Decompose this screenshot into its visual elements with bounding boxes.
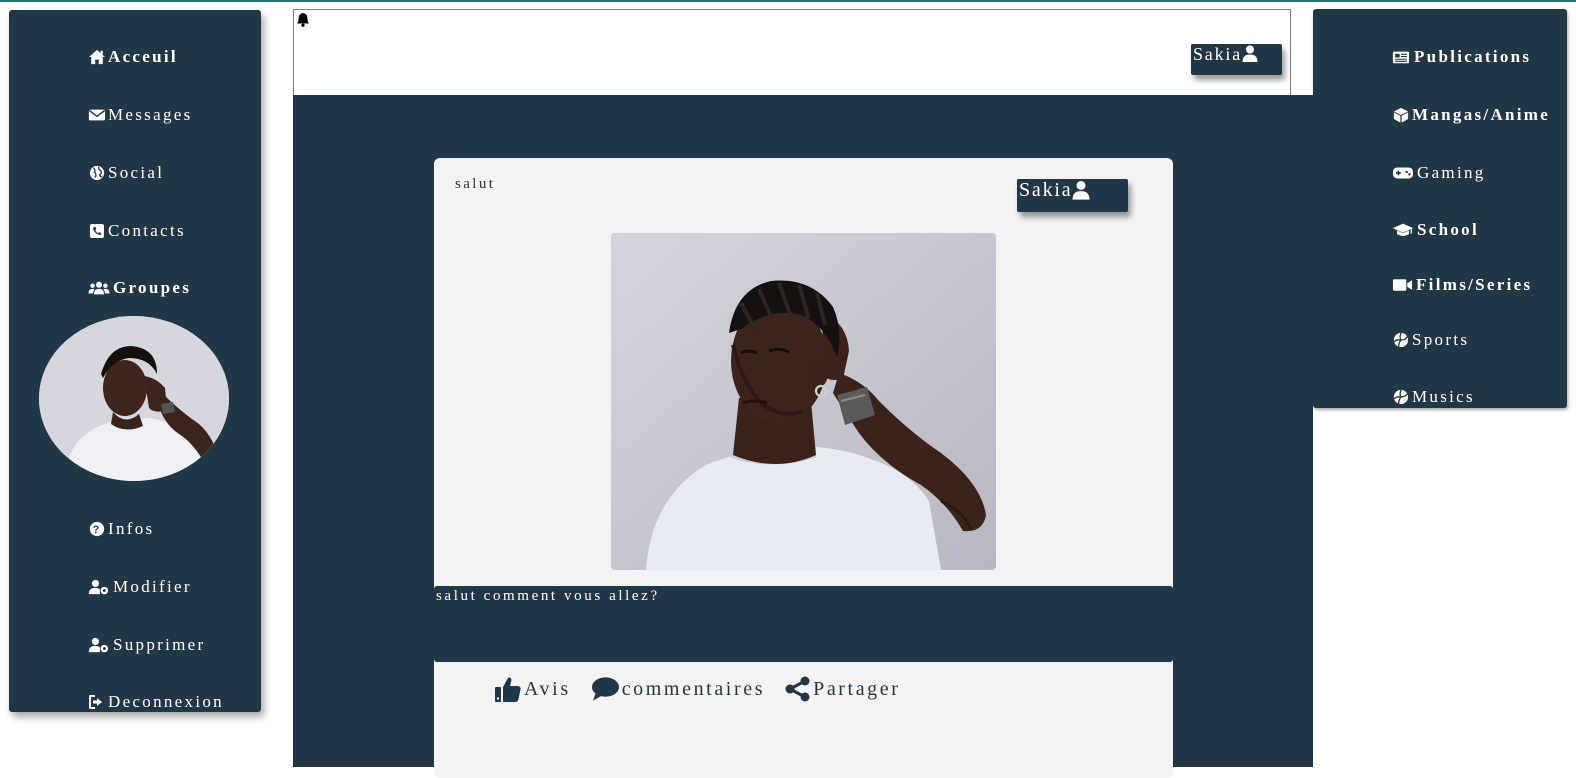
nav-item-gaming[interactable]: Gaming bbox=[1392, 163, 1486, 183]
user-name: Sakia bbox=[1193, 44, 1242, 64]
avis-button[interactable]: Avis bbox=[494, 675, 571, 703]
post-actions: Avis commentaires Partager bbox=[494, 675, 921, 703]
user-cog-icon bbox=[88, 637, 112, 654]
phone-icon bbox=[88, 223, 107, 240]
post-title: salut bbox=[455, 176, 496, 192]
cube-icon bbox=[1392, 107, 1411, 124]
nav-label: Modifier bbox=[113, 577, 192, 596]
nav-label: Social bbox=[108, 163, 165, 182]
nav-item-films-series[interactable]: Films/Series bbox=[1392, 275, 1532, 295]
nav-item-publications[interactable]: Publications bbox=[1392, 47, 1531, 67]
nav-item-modifier[interactable]: Modifier bbox=[88, 577, 192, 597]
volleyball-icon bbox=[1392, 389, 1411, 406]
top-header: Sakia bbox=[293, 9, 1291, 95]
nav-item-acceuil[interactable]: Acceuil bbox=[88, 47, 178, 67]
comment-icon bbox=[591, 677, 619, 701]
right-sidebar: Publications Mangas/Anime Gaming School … bbox=[1313, 9, 1567, 408]
nav-item-sports[interactable]: Sports bbox=[1392, 330, 1469, 350]
nav-label: Contacts bbox=[108, 221, 186, 240]
nav-item-musics[interactable]: Musics bbox=[1392, 387, 1475, 407]
commentaires-button[interactable]: commentaires bbox=[591, 676, 765, 702]
sign-out-icon bbox=[88, 694, 107, 711]
top-accent-line bbox=[0, 0, 1576, 2]
action-label: commentaires bbox=[621, 677, 766, 700]
left-sidebar: Acceuil Messages Social Contacts Groupes bbox=[9, 10, 261, 712]
action-label: Partager bbox=[813, 677, 901, 700]
nav-label: Infos bbox=[108, 519, 155, 538]
nav-item-groupes[interactable]: Groupes bbox=[88, 278, 191, 298]
post-text-box[interactable]: salut comment vous allez? bbox=[434, 586, 1173, 662]
gamepad-icon bbox=[1392, 165, 1416, 182]
home-icon bbox=[88, 49, 107, 66]
post-photo bbox=[611, 233, 996, 570]
thumbs-up-icon bbox=[495, 677, 521, 702]
nav-label: Gaming bbox=[1417, 163, 1486, 182]
nav-item-social[interactable]: Social bbox=[88, 163, 164, 183]
nav-item-contacts[interactable]: Contacts bbox=[88, 221, 186, 241]
share-icon bbox=[785, 676, 810, 702]
nav-item-messages[interactable]: Messages bbox=[88, 105, 193, 125]
nav-label: Films/Series bbox=[1416, 275, 1533, 294]
partager-button[interactable]: Partager bbox=[785, 676, 900, 702]
post-card: salut Sakia salut comment vous allez? Av… bbox=[434, 158, 1173, 778]
user-cog-icon bbox=[88, 579, 112, 596]
nav-label: Acceuil bbox=[108, 47, 178, 66]
post-image[interactable] bbox=[611, 233, 996, 570]
nav-label: Messages bbox=[108, 105, 193, 124]
nav-label: Groupes bbox=[113, 278, 192, 297]
nav-item-infos[interactable]: ? Infos bbox=[88, 519, 154, 539]
users-icon bbox=[88, 280, 112, 297]
nav-item-supprimer[interactable]: Supprimer bbox=[88, 635, 205, 655]
graduation-cap-icon bbox=[1392, 222, 1416, 239]
volleyball-icon bbox=[1392, 332, 1411, 349]
profile-photo bbox=[39, 316, 229, 481]
newspaper-icon bbox=[1392, 49, 1413, 66]
nav-label: Publications bbox=[1414, 47, 1532, 66]
nav-label: Supprimer bbox=[113, 635, 206, 654]
video-icon bbox=[1392, 277, 1415, 294]
nav-label: School bbox=[1417, 220, 1479, 239]
envelope-icon bbox=[88, 107, 107, 124]
question-circle-icon: ? bbox=[88, 521, 107, 538]
nav-label: Sports bbox=[1412, 330, 1470, 349]
nav-item-mangas-anime[interactable]: Mangas/Anime bbox=[1392, 105, 1550, 125]
nav-item-deconnexion[interactable]: Deconnexion bbox=[88, 692, 224, 712]
main-feed: salut Sakia salut comment vous allez? Av… bbox=[293, 95, 1313, 778]
profile-avatar[interactable] bbox=[39, 316, 229, 481]
nav-label: Deconnexion bbox=[108, 692, 224, 711]
nav-label: Mangas/Anime bbox=[1412, 105, 1551, 124]
nav-label: Musics bbox=[1412, 387, 1475, 406]
user-icon bbox=[1242, 45, 1258, 62]
globe-icon bbox=[88, 165, 107, 182]
nav-item-school[interactable]: School bbox=[1392, 220, 1479, 240]
header-user-chip[interactable]: Sakia bbox=[1191, 44, 1282, 75]
action-label: Avis bbox=[524, 677, 571, 700]
user-icon bbox=[1073, 181, 1090, 200]
svg-text:?: ? bbox=[93, 524, 102, 536]
post-author-chip[interactable]: Sakia bbox=[1017, 179, 1128, 212]
bell-icon[interactable] bbox=[296, 12, 310, 27]
post-author-name: Sakia bbox=[1019, 179, 1073, 201]
